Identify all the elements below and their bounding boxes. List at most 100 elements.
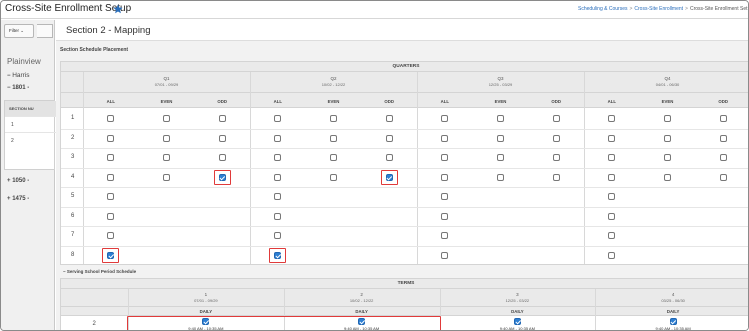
quarter-checkbox[interactable]: [385, 154, 393, 162]
quarter-checkbox[interactable]: [664, 173, 671, 181]
quarter-checkbox[interactable]: [107, 115, 115, 123]
quarter-checkbox[interactable]: [719, 173, 727, 181]
tree-item-1475[interactable]: + 1475 -: [7, 196, 29, 202]
highlight-box: [127, 315, 441, 330]
quarter-checkbox[interactable]: [218, 134, 226, 142]
period-checkbox[interactable]: [513, 318, 521, 325]
quarter-checkbox[interactable]: [107, 173, 115, 181]
period-checkbox[interactable]: [669, 318, 677, 325]
quarter-checkbox[interactable]: [441, 232, 449, 240]
quarter-checkbox[interactable]: [274, 212, 282, 220]
collapse-icon[interactable]: −: [7, 73, 11, 79]
quarter-checkbox[interactable]: [664, 154, 671, 162]
quarter-dates: 10/02 - 12/22: [321, 82, 346, 87]
quarter-checkbox[interactable]: [330, 154, 337, 162]
quarter-checkbox[interactable]: [608, 115, 616, 123]
section-list-header: SECTION NU: [5, 101, 56, 116]
star-icon[interactable]: [113, 4, 123, 14]
quarter-checkbox[interactable]: [441, 193, 449, 201]
term-divider: [595, 289, 597, 330]
filter-label: Filter: [9, 28, 19, 33]
quarter-checkbox[interactable]: [552, 134, 560, 142]
quarter-checkbox[interactable]: [107, 232, 115, 240]
tree-item-1050[interactable]: + 1050 -: [7, 178, 29, 184]
quarter-checkbox[interactable]: [441, 154, 449, 162]
quarter-checkbox[interactable]: [608, 154, 616, 162]
section-list-row[interactable]: 2: [5, 132, 56, 148]
quarter-checkbox[interactable]: [107, 212, 115, 220]
row-label: 5: [71, 193, 75, 199]
row-label: 3: [71, 154, 75, 160]
quarter-checkbox[interactable]: [330, 173, 337, 181]
quarter-checkbox[interactable]: [218, 154, 226, 162]
quarter-checkbox[interactable]: [218, 115, 226, 123]
column-header-odd: ODD: [718, 99, 728, 104]
quarter-checkbox[interactable]: [608, 193, 616, 201]
quarter-checkbox[interactable]: [497, 154, 504, 162]
quarter-checkbox[interactable]: [608, 251, 616, 259]
serving-schedule-header[interactable]: − Serving School Period Schedule: [60, 266, 748, 277]
quarter-checkbox[interactable]: [664, 134, 671, 142]
quarter-checkbox[interactable]: [608, 134, 616, 142]
breadcrumb-link-cross-site[interactable]: Cross-Site Enrollment: [634, 6, 683, 12]
quarter-checkbox[interactable]: [552, 173, 560, 181]
quarter-checkbox[interactable]: [552, 154, 560, 162]
quarter-checkbox[interactable]: [385, 134, 393, 142]
quarter-checkbox[interactable]: [441, 173, 449, 181]
quarter-checkbox[interactable]: [497, 134, 504, 142]
top-bar: Cross-Site Enrollment Setup Scheduling &…: [1, 1, 748, 19]
column-header-odd: ODD: [384, 99, 394, 104]
tree-item-harris[interactable]: − Harris: [7, 72, 30, 79]
filter-button[interactable]: Filter ⌄: [4, 24, 34, 38]
breadcrumb-separator: >: [629, 6, 633, 12]
quarter-checkbox[interactable]: [497, 115, 504, 123]
quarter-checkbox[interactable]: [330, 115, 337, 123]
row-divider: [61, 167, 748, 169]
tree-item-1801[interactable]: − 1801 -: [7, 85, 29, 91]
quarter-checkbox[interactable]: [163, 154, 170, 162]
section-list-row[interactable]: 1: [5, 116, 56, 132]
expand-icon[interactable]: +: [7, 196, 11, 202]
quarter-checkbox[interactable]: [441, 134, 449, 142]
quarter-dates: 04/01 - 06/30: [655, 82, 680, 87]
quarter-checkbox[interactable]: [163, 134, 170, 142]
row-label: 7: [71, 232, 75, 238]
quarter-checkbox[interactable]: [719, 134, 727, 142]
collapse-icon[interactable]: −: [63, 269, 66, 274]
quarter-checkbox[interactable]: [719, 154, 727, 162]
quarter-checkbox[interactable]: [274, 115, 282, 123]
filter-search-field[interactable]: [37, 24, 53, 38]
quarter-checkbox[interactable]: [719, 115, 727, 123]
quarters-header: QUARTERS: [392, 64, 420, 69]
quarter-checkbox[interactable]: [274, 134, 282, 142]
quarter-name: Q3: [497, 76, 504, 81]
quarter-checkbox[interactable]: [664, 115, 671, 123]
quarter-checkbox[interactable]: [274, 154, 282, 162]
quarter-checkbox[interactable]: [497, 173, 504, 181]
quarter-checkbox[interactable]: [274, 232, 282, 240]
collapse-icon[interactable]: −: [7, 85, 11, 91]
quarter-checkbox[interactable]: [608, 232, 616, 240]
row-label: 1: [71, 115, 75, 121]
quarter-checkbox[interactable]: [441, 212, 449, 220]
quarter-checkbox[interactable]: [385, 115, 393, 123]
quarter-checkbox[interactable]: [552, 115, 560, 123]
breadcrumb-link-scheduling[interactable]: Scheduling & Courses: [578, 6, 627, 12]
row-divider: [61, 206, 748, 208]
quarter-checkbox[interactable]: [107, 193, 115, 201]
quarter-checkbox[interactable]: [163, 173, 170, 181]
quarter-checkbox[interactable]: [107, 134, 115, 142]
column-header-all: ALL: [273, 99, 282, 104]
quarter-checkbox[interactable]: [274, 173, 282, 181]
highlight-box: [213, 169, 231, 185]
quarter-checkbox[interactable]: [330, 134, 337, 142]
quarter-checkbox[interactable]: [441, 251, 449, 259]
quarter-checkbox[interactable]: [107, 154, 115, 162]
quarter-checkbox[interactable]: [163, 115, 170, 123]
quarter-checkbox[interactable]: [274, 193, 282, 201]
quarter-checkbox[interactable]: [441, 115, 449, 123]
column-header-even: EVEN: [661, 99, 674, 104]
quarter-checkbox[interactable]: [608, 212, 616, 220]
quarter-checkbox[interactable]: [608, 173, 616, 181]
expand-icon[interactable]: +: [7, 178, 11, 184]
